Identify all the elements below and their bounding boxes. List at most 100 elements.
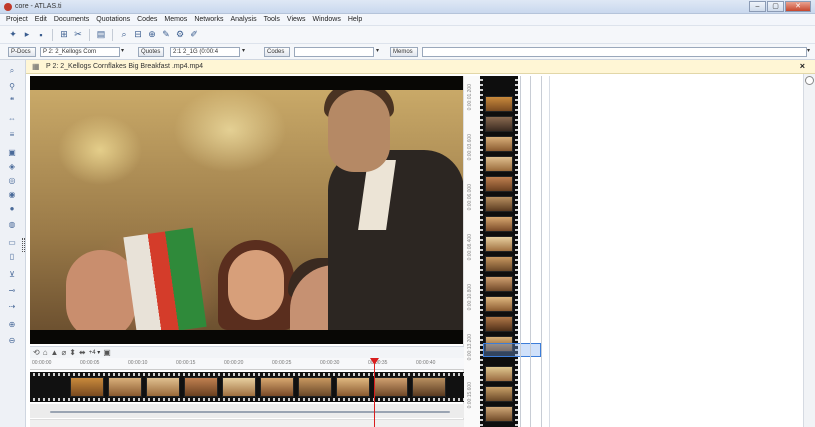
quotation-select[interactable]: 2:1 2_1G (0:00:4	[170, 47, 240, 57]
snapshot-icon[interactable]: ▣	[103, 348, 111, 358]
search-icon[interactable]: ⚲	[7, 82, 17, 91]
link-icon[interactable]: ⇔	[7, 114, 17, 123]
timeline-thumbnail[interactable]	[184, 377, 218, 397]
filmstrip-frame[interactable]	[485, 176, 513, 192]
filmstrip-frame[interactable]	[485, 406, 513, 422]
close-document-button[interactable]: ×	[800, 61, 805, 71]
new-project-icon[interactable]: ✦	[8, 29, 18, 40]
menu-edit[interactable]: Edit	[35, 16, 47, 23]
timeline-ruler[interactable]: 00:00:00 00:00:05 00:00:10 00:00:15 00:0…	[30, 358, 464, 370]
save-icon[interactable]: ▪	[36, 30, 46, 40]
timeline-thumbnail[interactable]	[374, 377, 408, 397]
filmstrip-frame[interactable]	[485, 116, 513, 132]
filmstrip-frame[interactable]	[485, 136, 513, 152]
timeline-thumbnail[interactable]	[146, 377, 180, 397]
playhead-line[interactable]	[374, 358, 375, 427]
chevron-down-icon[interactable]: ▾	[242, 47, 245, 54]
close-window-button[interactable]: ✕	[785, 1, 811, 12]
filmstrip-frame[interactable]	[485, 276, 513, 292]
menu-tools[interactable]: Tools	[264, 16, 280, 23]
fit-width-icon[interactable]: ⬌	[79, 348, 86, 358]
add-document-icon[interactable]: ⊞	[59, 29, 69, 40]
menu-memos[interactable]: Memos	[164, 16, 187, 23]
video-player[interactable]	[30, 76, 464, 344]
timeline-thumbnail[interactable]	[222, 377, 256, 397]
maximize-button[interactable]: ▢	[767, 1, 784, 12]
rewind-icon[interactable]: ⟲	[33, 348, 40, 358]
menu-codes[interactable]: Codes	[137, 16, 157, 23]
quotes-button[interactable]: Quotes	[138, 47, 164, 57]
menu-documents[interactable]: Documents	[54, 16, 89, 23]
timeline-thumbnail[interactable]	[298, 377, 332, 397]
menu-help[interactable]: Help	[348, 16, 362, 23]
margin-view-icon[interactable]: ▭	[7, 238, 17, 247]
settings-icon[interactable]: ⚙	[175, 29, 185, 40]
text-view-icon[interactable]: ▯	[7, 252, 17, 261]
minimize-button[interactable]: –	[749, 1, 766, 12]
headphones-icon[interactable]: ⌂	[43, 348, 48, 358]
timeline-thumbnail[interactable]	[108, 377, 142, 397]
pane-divider[interactable]	[520, 76, 521, 427]
record-icon[interactable]: ⌀	[61, 348, 66, 358]
filmstrip-frame[interactable]	[485, 366, 513, 382]
record-icon[interactable]: ◍	[7, 220, 17, 229]
tag-icon[interactable]: ⊸	[7, 286, 17, 295]
chevron-down-icon[interactable]: ▾	[807, 47, 810, 54]
print-icon[interactable]: ▤	[96, 29, 106, 40]
network-icon[interactable]: ⊕	[147, 29, 157, 40]
selected-quotation-marker[interactable]	[483, 343, 541, 357]
brush-icon[interactable]: ✐	[189, 29, 199, 40]
vertical-filmstrip[interactable]	[480, 76, 518, 427]
filmstrip-frame[interactable]	[485, 256, 513, 272]
document-select[interactable]: P 2: 2_Kellogs Corn	[40, 47, 120, 57]
timeline-thumbnail[interactable]	[412, 377, 446, 397]
menu-networks[interactable]: Networks	[194, 16, 223, 23]
memo-select[interactable]	[422, 47, 807, 57]
volume-icon[interactable]: ▲	[51, 348, 59, 358]
zoom-out-icon[interactable]: ⊖	[7, 336, 17, 345]
memos-button[interactable]: Memos	[390, 47, 418, 57]
timeline-thumbnail[interactable]	[260, 377, 294, 397]
filmstrip-frame[interactable]	[485, 386, 513, 402]
timeline-thumbnail-strip[interactable]	[30, 372, 464, 402]
margin-area[interactable]	[549, 76, 802, 427]
color-icon[interactable]: ●	[7, 204, 17, 213]
memo-icon[interactable]: ◉	[7, 190, 17, 199]
cut-icon[interactable]: ✂	[73, 29, 83, 40]
list-icon[interactable]: ≡	[7, 130, 17, 139]
menu-views[interactable]: Views	[287, 16, 306, 23]
menu-windows[interactable]: Windows	[312, 16, 340, 23]
chevron-down-icon[interactable]: ▾	[376, 47, 379, 54]
fit-height-icon[interactable]: ⬍	[69, 348, 76, 358]
menu-project[interactable]: Project	[6, 16, 28, 23]
p-docs-button[interactable]: P-Docs	[8, 47, 36, 57]
menu-quotations[interactable]: Quotations	[96, 16, 130, 23]
zoom-in-icon[interactable]: ⊕	[7, 320, 17, 329]
quotation-icon[interactable]: ❝	[7, 96, 17, 105]
scroll-button[interactable]	[805, 76, 814, 85]
filmstrip-frame[interactable]	[485, 316, 513, 332]
filmstrip-frame[interactable]	[485, 296, 513, 312]
codes-button[interactable]: Codes	[264, 47, 290, 57]
menu-analysis[interactable]: Analysis	[231, 16, 257, 23]
code-select[interactable]	[294, 47, 374, 57]
pane-divider[interactable]	[541, 76, 542, 427]
filmstrip-frame[interactable]	[485, 196, 513, 212]
vertical-scrollbar[interactable]	[803, 74, 815, 427]
panel-resize-handle[interactable]	[22, 238, 25, 252]
pane-divider[interactable]	[530, 76, 531, 427]
code-icon[interactable]: ▣	[7, 148, 17, 157]
filmstrip-frame[interactable]	[485, 96, 513, 112]
filmstrip-frame[interactable]	[485, 156, 513, 172]
query-tool-icon[interactable]: ⌕	[119, 29, 129, 40]
zoom-select[interactable]: +4 ▾	[89, 349, 101, 356]
timeline-thumbnail[interactable]	[336, 377, 370, 397]
filmstrip-frame[interactable]	[485, 216, 513, 232]
arrow-icon[interactable]: ⇢	[7, 302, 17, 311]
audio-waveform-track[interactable]	[30, 404, 464, 418]
filter-icon[interactable]: ⊻	[7, 270, 17, 279]
table-icon[interactable]: ⊟	[133, 29, 143, 40]
chevron-down-icon[interactable]: ▾	[121, 47, 124, 54]
code-list-icon[interactable]: ◎	[7, 176, 17, 185]
horizontal-scrollbar[interactable]	[30, 419, 464, 427]
